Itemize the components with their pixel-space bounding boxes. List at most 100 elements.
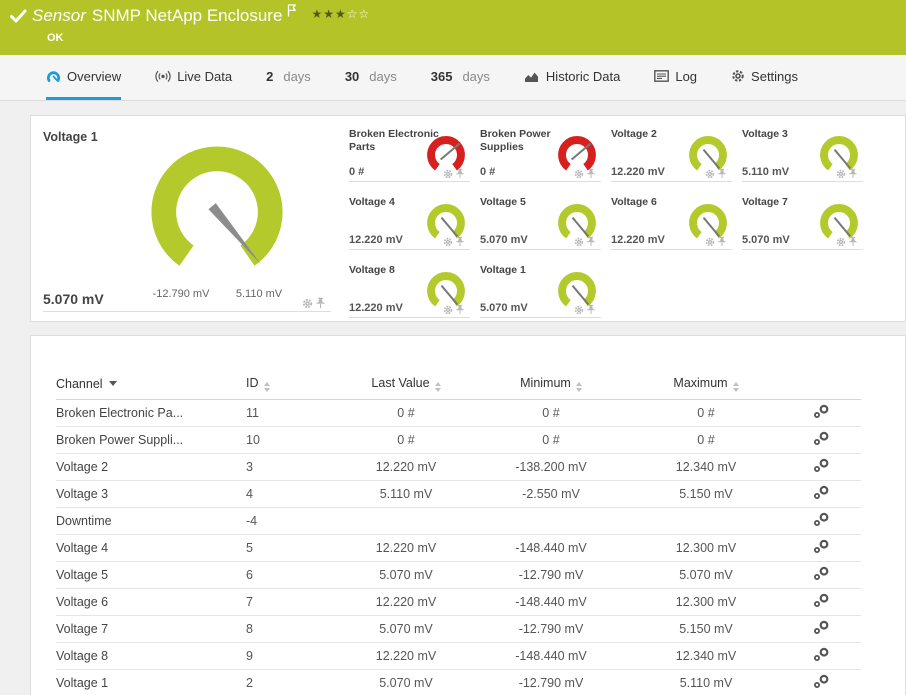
- star-empty-icon[interactable]: ☆: [359, 7, 371, 21]
- gauge-pin-icon[interactable]: [718, 168, 726, 179]
- channel-name[interactable]: Voltage 6: [56, 588, 246, 616]
- gauge-gear-icon[interactable]: [443, 237, 453, 247]
- gauge-pin-icon[interactable]: [316, 297, 325, 309]
- object-kind-label: Sensor: [32, 6, 86, 25]
- channel-name[interactable]: Downtime: [56, 507, 246, 535]
- priority-stars[interactable]: ★★★☆☆: [311, 7, 370, 21]
- channel-settings-gears-icon[interactable]: [813, 647, 830, 665]
- tab-live-data[interactable]: Live Data: [155, 55, 232, 100]
- gauge-pin-icon[interactable]: [849, 236, 857, 247]
- channel-name[interactable]: Voltage 4: [56, 534, 246, 562]
- channel-settings-gears-icon[interactable]: [813, 566, 830, 584]
- gauge-pin-icon[interactable]: [587, 236, 595, 247]
- channel-name[interactable]: Voltage 5: [56, 561, 246, 589]
- gauge-cell: Voltage 1 5.070 mV: [480, 262, 601, 318]
- channel-settings-gears-icon[interactable]: [813, 485, 830, 503]
- channel-table-panel: Channel ID Last Value Minimum Maximum Br…: [30, 335, 906, 695]
- table-row: Voltage 4 5 12.220 mV -148.440 mV 12.300 mV: [56, 534, 861, 562]
- channel-name[interactable]: Voltage 1: [56, 669, 246, 695]
- channel-settings-gears-icon[interactable]: [813, 404, 830, 422]
- gauge-cell: Voltage 5 5.070 mV: [480, 194, 601, 250]
- gauge-cell: Broken Electronic Parts 0 #: [349, 126, 470, 182]
- gauge-gear-icon[interactable]: [836, 237, 846, 247]
- table-row: Broken Electronic Pa... 11 0 #0 #0 #: [56, 399, 861, 427]
- channel-settings-gears-icon[interactable]: [813, 539, 830, 557]
- channel-table: Channel ID Last Value Minimum Maximum Br…: [56, 370, 861, 695]
- gauge-gear-icon[interactable]: [574, 169, 584, 179]
- main-gauge-voltage-1: Voltage 1 5.070 mV -12.790 mV 5.110 mV: [43, 126, 331, 312]
- channel-name[interactable]: Broken Electronic Pa...: [56, 399, 246, 427]
- gauges-panel: Voltage 1 5.070 mV -12.790 mV 5.110 mV B…: [30, 115, 906, 322]
- gauge-gear-icon[interactable]: [574, 305, 584, 315]
- column-header-maximum[interactable]: Maximum: [631, 370, 781, 400]
- channel-settings-gears-icon[interactable]: [813, 458, 830, 476]
- table-row: Broken Power Suppli... 10 0 #0 #0 #: [56, 426, 861, 454]
- gauge-gear-icon[interactable]: [443, 305, 453, 315]
- table-row: Voltage 3 4 5.110 mV -2.550 mV 5.150 mV: [56, 480, 861, 508]
- sensor-status-banner: Sensor SNMP NetApp Enclosure ★★★☆☆ OK: [0, 0, 906, 55]
- gauge-pin-icon[interactable]: [587, 304, 595, 315]
- star-filled-icon[interactable]: ★: [323, 7, 335, 21]
- star-filled-icon[interactable]: ★: [335, 7, 347, 21]
- gauge-gear-icon[interactable]: [705, 237, 715, 247]
- tab-overview[interactable]: Overview: [46, 55, 122, 100]
- channel-name[interactable]: Broken Power Suppli...: [56, 426, 246, 454]
- gauge-gear-icon[interactable]: [705, 169, 715, 179]
- gauge-cell: Voltage 8 12.220 mV: [349, 262, 470, 318]
- tab-365-days[interactable]: 365 days: [431, 55, 490, 100]
- tab-30-days[interactable]: 30 days: [345, 55, 397, 100]
- gauge-gear-icon[interactable]: [443, 169, 453, 179]
- gauge-icon: [46, 70, 61, 82]
- table-row: Downtime -4: [56, 507, 861, 535]
- live-data-icon: [155, 70, 171, 82]
- main-gauge-dial: [151, 146, 283, 266]
- star-empty-icon[interactable]: ☆: [347, 7, 359, 21]
- gauge-cell: Voltage 6 12.220 mV: [611, 194, 732, 250]
- channel-settings-gears-icon[interactable]: [813, 674, 830, 692]
- main-gauge-max-label: 5.110 mV: [235, 288, 283, 300]
- channel-settings-gears-icon[interactable]: [813, 620, 830, 638]
- channel-settings-gears-icon[interactable]: [813, 512, 830, 530]
- gauge-pin-icon[interactable]: [456, 304, 464, 315]
- gauge-pin-icon[interactable]: [718, 236, 726, 247]
- gauge-pin-icon[interactable]: [456, 236, 464, 247]
- star-filled-icon[interactable]: ★: [311, 7, 323, 21]
- channel-name[interactable]: Voltage 2: [56, 453, 246, 481]
- main-gauge-value: 5.070 mV: [43, 291, 104, 307]
- log-icon: [654, 70, 670, 82]
- tab-historic-data[interactable]: Historic Data: [524, 55, 620, 100]
- sort-icon: [434, 382, 441, 393]
- gear-icon: [732, 70, 744, 82]
- channel-settings-gears-icon[interactable]: [813, 593, 830, 611]
- channel-name[interactable]: Voltage 8: [56, 642, 246, 670]
- gauge-pin-icon[interactable]: [456, 168, 464, 179]
- flag-icon[interactable]: [287, 4, 297, 17]
- table-row: Voltage 1 2 5.070 mV -12.790 mV 5.110 mV: [56, 669, 861, 695]
- channel-name[interactable]: Voltage 7: [56, 615, 246, 643]
- gauge-gear-icon[interactable]: [302, 298, 313, 309]
- tab-settings[interactable]: Settings: [731, 55, 798, 100]
- column-header-minimum[interactable]: Minimum: [471, 370, 631, 400]
- table-row: Voltage 7 8 5.070 mV -12.790 mV 5.150 mV: [56, 615, 861, 643]
- gauge-pin-icon[interactable]: [587, 168, 595, 179]
- channel-settings-gears-icon[interactable]: [813, 431, 830, 449]
- gauge-cell: Voltage 2 12.220 mV: [611, 126, 732, 182]
- historic-chart-icon: [524, 72, 538, 82]
- column-header-channel[interactable]: Channel: [56, 370, 246, 400]
- table-row: Voltage 6 7 12.220 mV -148.440 mV 12.300 mV: [56, 588, 861, 616]
- page-title: SNMP NetApp Enclosure: [91, 6, 283, 25]
- column-header-id[interactable]: ID: [246, 370, 341, 400]
- gauge-gear-icon[interactable]: [836, 169, 846, 179]
- column-header-last-value[interactable]: Last Value: [341, 370, 471, 400]
- sort-icon: [263, 382, 270, 393]
- tab-log[interactable]: Log: [654, 55, 697, 100]
- table-row: Voltage 8 9 12.220 mV -148.440 mV 12.340 mV: [56, 642, 861, 670]
- gauge-cell: Voltage 7 5.070 mV: [742, 194, 863, 250]
- small-gauges-grid: Broken Electronic Parts 0 # Broken Power…: [349, 126, 863, 321]
- sort-icon: [575, 382, 582, 393]
- status-badge: OK: [47, 32, 64, 44]
- tab-2-days[interactable]: 2 days: [266, 55, 311, 100]
- channel-name[interactable]: Voltage 3: [56, 480, 246, 508]
- gauge-pin-icon[interactable]: [849, 168, 857, 179]
- gauge-gear-icon[interactable]: [574, 237, 584, 247]
